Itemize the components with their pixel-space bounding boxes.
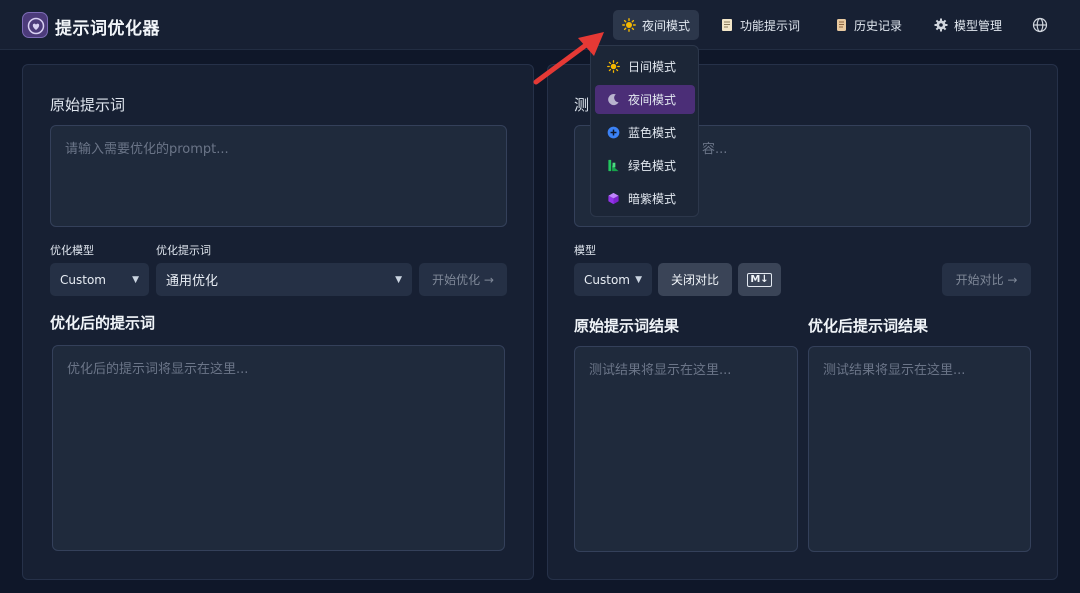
model-manage-label: 模型管理	[954, 18, 1003, 33]
history-label: 历史记录	[854, 18, 903, 33]
theme-toggle-label: 夜间模式	[642, 18, 691, 33]
feature-prompts-label: 功能提示词	[740, 18, 801, 33]
history-button[interactable]: 历史记录	[826, 10, 911, 40]
original-prompt-input[interactable]: 请输入需要优化的prompt...	[50, 125, 507, 227]
start-optimize-button[interactable]: 开始优化 →	[419, 263, 507, 296]
theme-option-label: 夜间模式	[628, 93, 677, 107]
original-result-title: 原始提示词结果	[574, 317, 680, 335]
optimize-panel: 原始提示词 请输入需要优化的prompt... 优化模型 优化提示词 Custo…	[22, 64, 534, 580]
markdown-icon: M↓	[747, 272, 772, 287]
optimized-prompt-output[interactable]: 优化后的提示词将显示在这里...	[52, 345, 505, 551]
cube-icon	[607, 192, 620, 205]
optimize-model-value: Custom	[60, 272, 106, 287]
globe-icon	[1032, 17, 1048, 33]
chevron-down-icon: ▼	[132, 274, 139, 285]
model-manage-button[interactable]: 模型管理	[925, 10, 1011, 40]
test-model-value: Custom	[584, 272, 630, 287]
test-model-select[interactable]: Custom ▼	[574, 263, 652, 296]
app-logo	[22, 12, 48, 38]
chevron-down-icon: ▼	[395, 274, 402, 285]
test-model-label: 模型	[574, 244, 596, 257]
optimize-model-label: 优化模型	[50, 244, 94, 257]
document-icon	[721, 18, 734, 32]
theme-option-label: 蓝色模式	[628, 126, 677, 140]
scroll-icon	[835, 18, 848, 32]
theme-option-label: 日间模式	[628, 60, 677, 74]
green-logo-icon	[607, 159, 620, 172]
plus-circle-icon	[607, 126, 620, 139]
optimize-prompt-select[interactable]: 通用优化 ▼	[156, 263, 412, 296]
chevron-down-icon: ▼	[635, 274, 642, 285]
theme-option-green[interactable]: 绿色模式	[595, 151, 695, 180]
theme-option-label: 暗紫模式	[628, 192, 677, 206]
feature-prompts-button[interactable]: 功能提示词	[712, 10, 809, 40]
test-title: 测	[574, 96, 590, 114]
logo-heart-icon	[27, 17, 45, 35]
theme-option-blue[interactable]: 蓝色模式	[595, 118, 695, 147]
annotation-arrow-icon	[533, 32, 604, 85]
optimized-prompt-title: 优化后的提示词	[50, 314, 156, 332]
language-button[interactable]	[1023, 10, 1057, 40]
optimized-result-title: 优化后提示词结果	[808, 317, 929, 335]
theme-option-label: 绿色模式	[628, 159, 677, 173]
theme-option-dark-purple[interactable]: 暗紫模式	[595, 184, 695, 213]
original-prompt-title: 原始提示词	[50, 96, 126, 114]
gear-icon	[934, 18, 948, 32]
optimized-result-output[interactable]: 测试结果将显示在这里...	[808, 346, 1031, 552]
optimize-prompt-value: 通用优化	[166, 274, 219, 289]
moon-icon	[607, 93, 620, 106]
close-compare-button[interactable]: 关闭对比	[658, 263, 732, 296]
markdown-toggle-button[interactable]: M↓	[738, 263, 781, 296]
app-title: 提示词优化器	[55, 19, 160, 39]
optimize-prompt-label: 优化提示词	[156, 244, 211, 257]
sun-icon	[622, 18, 636, 32]
original-result-output[interactable]: 测试结果将显示在这里...	[574, 346, 798, 552]
optimize-model-select[interactable]: Custom ▼	[50, 263, 149, 296]
start-compare-button[interactable]: 开始对比 →	[942, 263, 1031, 296]
theme-toggle-button[interactable]: 夜间模式	[613, 10, 700, 40]
